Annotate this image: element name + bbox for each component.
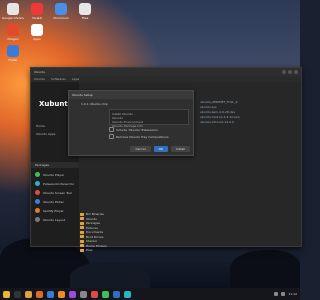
settings-icon[interactable] xyxy=(80,290,87,298)
install-button[interactable]: Install xyxy=(170,146,190,152)
cancel-button[interactable]: Cancel xyxy=(130,146,151,152)
sidebar-item-home[interactable]: Home xyxy=(36,124,45,128)
spotify-icon xyxy=(35,208,40,213)
firefox-icon[interactable] xyxy=(36,290,43,298)
volume-icon[interactable] xyxy=(281,292,286,296)
ok-button[interactable]: OK xyxy=(153,146,168,152)
tab-softwares[interactable]: Softwares xyxy=(51,77,66,81)
network-icon[interactable] xyxy=(274,292,279,296)
music-icon[interactable] xyxy=(69,290,76,298)
window-controls xyxy=(282,70,298,74)
folder-icon xyxy=(80,217,84,221)
checkbox-box xyxy=(109,134,114,139)
tab-ubuntu[interactable]: Ubuntu xyxy=(34,77,45,81)
dialog-title: Ubuntu Setup xyxy=(69,91,193,99)
window-title: Ubuntu xyxy=(34,70,45,74)
desktop-icon-apps[interactable]: Apps xyxy=(26,24,48,41)
list-item[interactable]: Ubuntu Picker xyxy=(35,199,64,204)
files-icon[interactable] xyxy=(25,290,32,298)
list-item[interactable]: Spotify Player xyxy=(35,208,64,213)
player-icon xyxy=(35,172,40,177)
wallpaper-rock xyxy=(230,250,300,288)
maximize-button[interactable] xyxy=(288,70,292,74)
chat-icon[interactable] xyxy=(124,290,131,298)
close-button[interactable] xyxy=(294,70,298,74)
desktop-icon-files[interactable]: Files xyxy=(74,3,96,20)
minimize-button[interactable] xyxy=(282,70,286,74)
folder-icon xyxy=(80,239,84,243)
setup-dialog: Ubuntu Setup 1.0.1 Ubuntu chip Install U… xyxy=(68,90,194,156)
vlc-icon[interactable] xyxy=(58,290,65,298)
list-item[interactable]: Ubuntu Player xyxy=(35,172,64,177)
folder-icon xyxy=(80,248,84,252)
screen-icon xyxy=(35,190,40,195)
chrome-icon[interactable] xyxy=(3,290,10,298)
list-item[interactable]: Files xyxy=(80,248,120,253)
audio-icon xyxy=(35,181,40,186)
finder-icon xyxy=(7,45,19,57)
chromium-icon xyxy=(55,3,67,15)
list-item[interactable]: PulseAudio Panel CLI xyxy=(35,181,74,186)
desktop-icon-finder[interactable]: Finder xyxy=(2,45,24,62)
wallpaper-rock xyxy=(70,262,150,290)
list-item[interactable]: Ubuntu Layout xyxy=(35,217,65,222)
folder-icon xyxy=(80,230,84,234)
list-item[interactable]: ubuntu.init.lock.14.0.0 xyxy=(200,120,272,125)
extensions-checkbox[interactable]: Include 'Ubuntu' Extensions xyxy=(109,127,193,132)
photos-icon[interactable] xyxy=(102,290,109,298)
files-icon xyxy=(79,3,91,15)
desktop-icon-dragon[interactable]: Dragon xyxy=(2,24,24,41)
tray-checkbox[interactable]: Remove Ubuntu Tray Compositions xyxy=(109,134,193,139)
desktop-icon-chromium[interactable]: Chromium xyxy=(50,3,72,20)
tab-apps[interactable]: Apps xyxy=(72,77,79,81)
terminal-icon[interactable] xyxy=(14,290,21,298)
dialog-buttons: Cancel OK Install xyxy=(130,146,190,152)
right-panel: ubuntu_ZPRIMET_FULL_K ubuntu.sys ubuntu.… xyxy=(200,100,272,125)
checkbox-box xyxy=(109,127,114,132)
desktop-icon-chrome[interactable]: Google Chrome xyxy=(2,3,24,20)
vivaldi-icon xyxy=(31,3,43,15)
dialog-subtitle: 1.0.1 Ubuntu chip xyxy=(81,102,108,106)
clock[interactable]: 11:12 xyxy=(288,292,297,296)
folder-icon xyxy=(80,221,84,225)
mail-icon[interactable] xyxy=(47,290,54,298)
folder-icon xyxy=(80,235,84,239)
store-icon[interactable] xyxy=(91,290,98,298)
apps-icon xyxy=(31,24,43,36)
folder-list: Bin Binaries Ubuntu Packages Pictures Do… xyxy=(80,212,120,253)
taskbar: 11:12 xyxy=(0,288,300,300)
picker-icon xyxy=(35,199,40,204)
system-tray: 11:12 xyxy=(274,292,297,296)
layout-icon xyxy=(35,217,40,222)
folder-icon xyxy=(80,244,84,248)
chrome-icon xyxy=(7,3,19,15)
folder-icon xyxy=(80,226,84,230)
dragon-icon xyxy=(7,24,19,36)
folder-icon xyxy=(80,212,84,216)
window-titlebar[interactable]: Ubuntu xyxy=(31,68,301,76)
list-item[interactable]: Ubuntu Screen Tool xyxy=(35,190,72,195)
dialog-details: Install Ubuntu Ubuntu Ubuntu Environment… xyxy=(109,109,189,128)
code-icon[interactable] xyxy=(113,290,120,298)
desktop-icon-vivaldi[interactable]: Vivaldi xyxy=(26,3,48,20)
sidebar-item-ubuntu-apps[interactable]: Ubuntu Apps xyxy=(36,132,55,136)
packages-header: Packages xyxy=(31,162,79,168)
